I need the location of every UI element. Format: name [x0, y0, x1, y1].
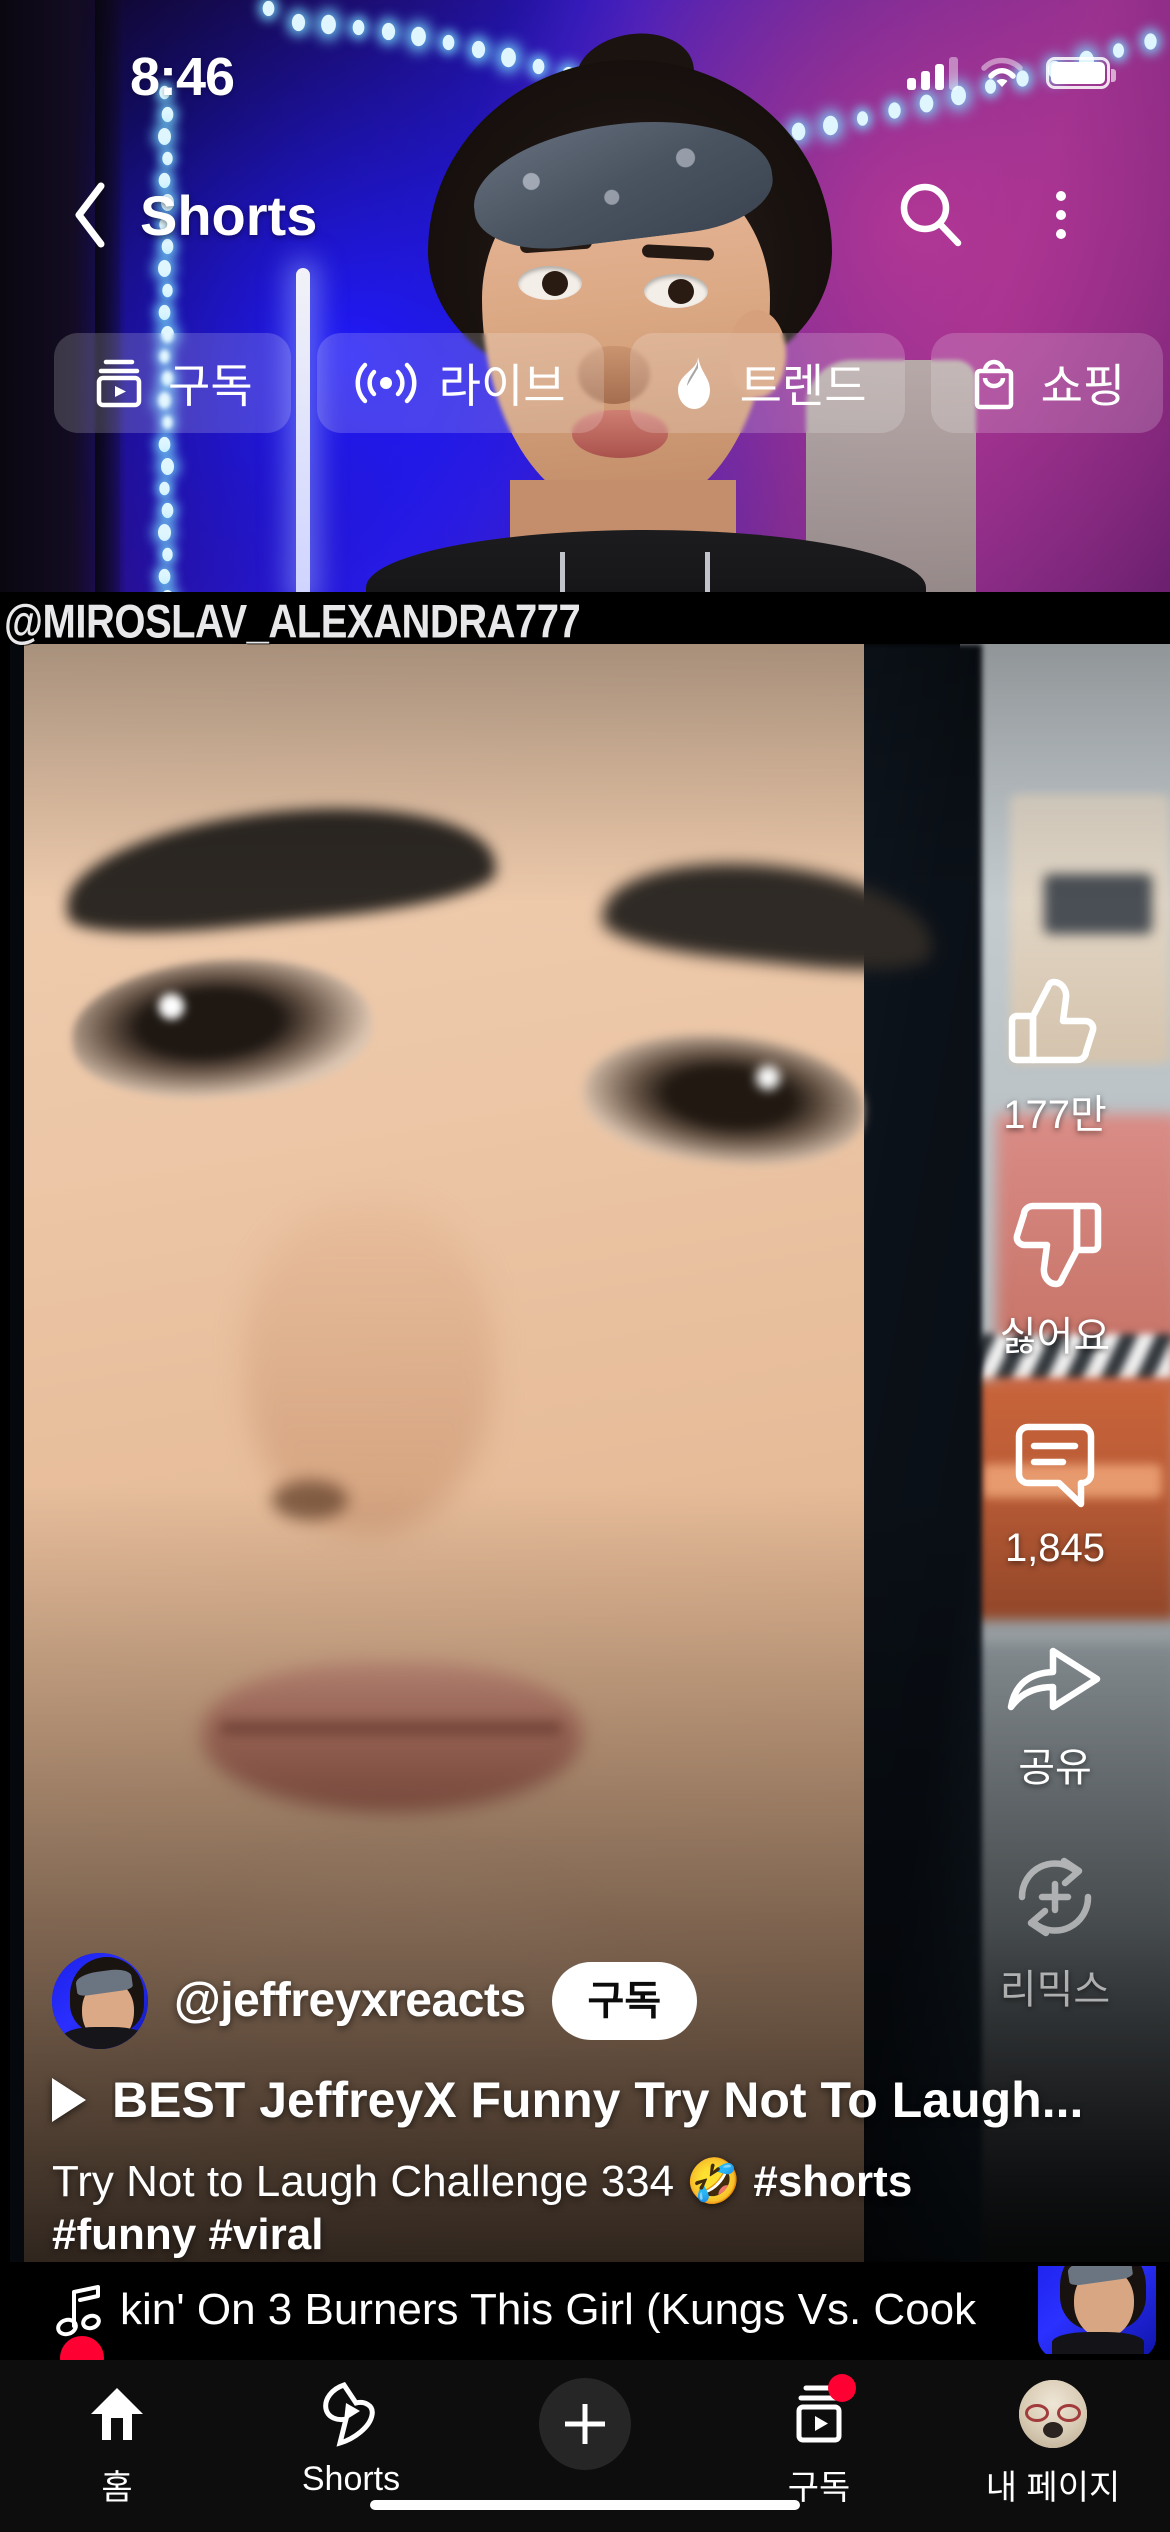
nav-item-home[interactable]: 홈	[0, 2378, 234, 2509]
thumb-down-icon	[1000, 1192, 1110, 1296]
chevron-left-icon	[75, 182, 105, 248]
like-button[interactable]: 177만	[1000, 970, 1110, 1140]
subscriptions-box-icon	[788, 2374, 856, 2450]
chip-live[interactable]: 라이브	[316, 332, 604, 433]
profile-avatar-icon	[1019, 2378, 1087, 2450]
wifi-icon	[981, 57, 1023, 87]
chip-label: 쇼핑	[1040, 359, 1126, 412]
shorts-header: Shorts	[0, 150, 1170, 280]
description-line-2[interactable]: #funny #viral	[52, 2208, 1122, 2262]
search-button[interactable]	[894, 178, 968, 252]
hashtag-shorts[interactable]: #shorts	[753, 2157, 912, 2206]
video-title[interactable]: BEST JeffreyX Funny Try Not To Laugh...	[112, 2071, 1083, 2129]
comments-button[interactable]: 1,845	[1000, 1414, 1110, 1571]
video-description[interactable]: Try Not to Laugh Challenge 334 🤣 #shorts…	[52, 2155, 1122, 2262]
video-meta-overlay: @jeffreyxreacts 구독 BEST JeffreyX Funny T…	[0, 1952, 1170, 2262]
dislike-label: 싫어요	[999, 1315, 1111, 1359]
nav-label: 내 페이지	[985, 2469, 1121, 2507]
thumb-up-icon	[1000, 970, 1110, 1074]
nav-label: 홈	[101, 2469, 133, 2507]
comment-bubble-icon	[1000, 1414, 1110, 1518]
avatar[interactable]	[52, 1952, 148, 2049]
music-note-icon	[52, 2282, 108, 2338]
music-thumbnail[interactable]	[1038, 2266, 1156, 2354]
nav-item-profile[interactable]: 내 페이지	[936, 2378, 1170, 2509]
comment-count: 1,845	[1004, 1526, 1106, 1570]
preview-necklace	[560, 552, 710, 592]
chip-label: 라이브	[438, 359, 566, 412]
subscribe-button[interactable]: 구독	[551, 1961, 698, 2040]
more-options-button[interactable]	[1024, 178, 1098, 252]
play-triangle-icon	[52, 2077, 86, 2122]
status-bar: 8:46	[0, 0, 1170, 130]
flame-trending-icon	[677, 356, 710, 409]
page-title: Shorts	[140, 183, 318, 247]
share-button[interactable]: 공유	[1000, 1623, 1110, 1793]
live-broadcast-icon	[355, 362, 417, 403]
nav-item-create[interactable]	[468, 2378, 702, 2480]
plus-create-icon[interactable]	[539, 2378, 631, 2470]
back-button[interactable]	[56, 180, 126, 250]
like-count: 177만	[1003, 1093, 1107, 1137]
remix-icon	[1000, 1845, 1110, 1949]
home-indicator[interactable]	[370, 2500, 800, 2510]
status-clock: 8:46	[130, 47, 235, 107]
action-rail: 177만 싫어요 1,845 공유 리믹스	[970, 970, 1140, 2067]
channel-handle[interactable]: @jeffreyxreacts	[174, 1973, 526, 2028]
cellular-bars-icon	[907, 56, 958, 90]
notification-badge	[828, 2374, 856, 2402]
chip-trending[interactable]: 트렌드	[629, 332, 905, 433]
home-icon	[85, 2378, 149, 2450]
title-row[interactable]: BEST JeffreyX Funny Try Not To Laugh...	[52, 2071, 1122, 2129]
dislike-button[interactable]: 싫어요	[1000, 1192, 1110, 1362]
nav-item-subscriptions[interactable]: 구독	[702, 2374, 936, 2509]
creator-watermark: @MIROSLAV_ALEXANDRA777	[4, 596, 581, 648]
preview-person	[366, 26, 976, 592]
chip-subscriptions[interactable]: 구독	[54, 332, 291, 433]
shorts-bolt-icon	[320, 2378, 382, 2450]
description-text: Try Not to Laugh Challenge 334 🤣	[52, 2156, 754, 2206]
music-ticker[interactable]: kin' On 3 Burners This Girl (Kungs Vs. C…	[0, 2266, 1170, 2354]
filter-chip-row[interactable]: 구독 라이브 트렌드 쇼핑	[0, 330, 1170, 435]
description-line-1: Try Not to Laugh Challenge 334 🤣 #shorts	[52, 2155, 1122, 2209]
chip-label: 구독	[168, 359, 253, 412]
nav-label: Shorts	[301, 2460, 401, 2498]
chip-shopping[interactable]: 쇼핑	[930, 332, 1164, 433]
share-label: 공유	[1018, 1746, 1092, 1790]
header-actions	[894, 178, 1098, 252]
share-arrow-icon	[1000, 1623, 1110, 1727]
search-icon	[900, 183, 962, 247]
subscriptions-icon	[96, 359, 142, 407]
music-ticker-text: kin' On 3 Burners This Girl (Kungs Vs. C…	[120, 2285, 977, 2334]
status-indicators	[907, 56, 1116, 90]
more-vertical-icon	[1056, 191, 1066, 239]
chip-label: 트렌드	[739, 359, 867, 412]
shopping-bag-icon	[974, 359, 1013, 409]
battery-full-icon	[1046, 57, 1116, 89]
nav-item-shorts[interactable]: Shorts	[234, 2378, 468, 2499]
channel-row[interactable]: @jeffreyxreacts 구독	[52, 1952, 1122, 2049]
shorts-screen: @MIROSLAV_ALEXANDRA777 8:46 Shorts 구독 라이…	[0, 0, 1170, 2532]
